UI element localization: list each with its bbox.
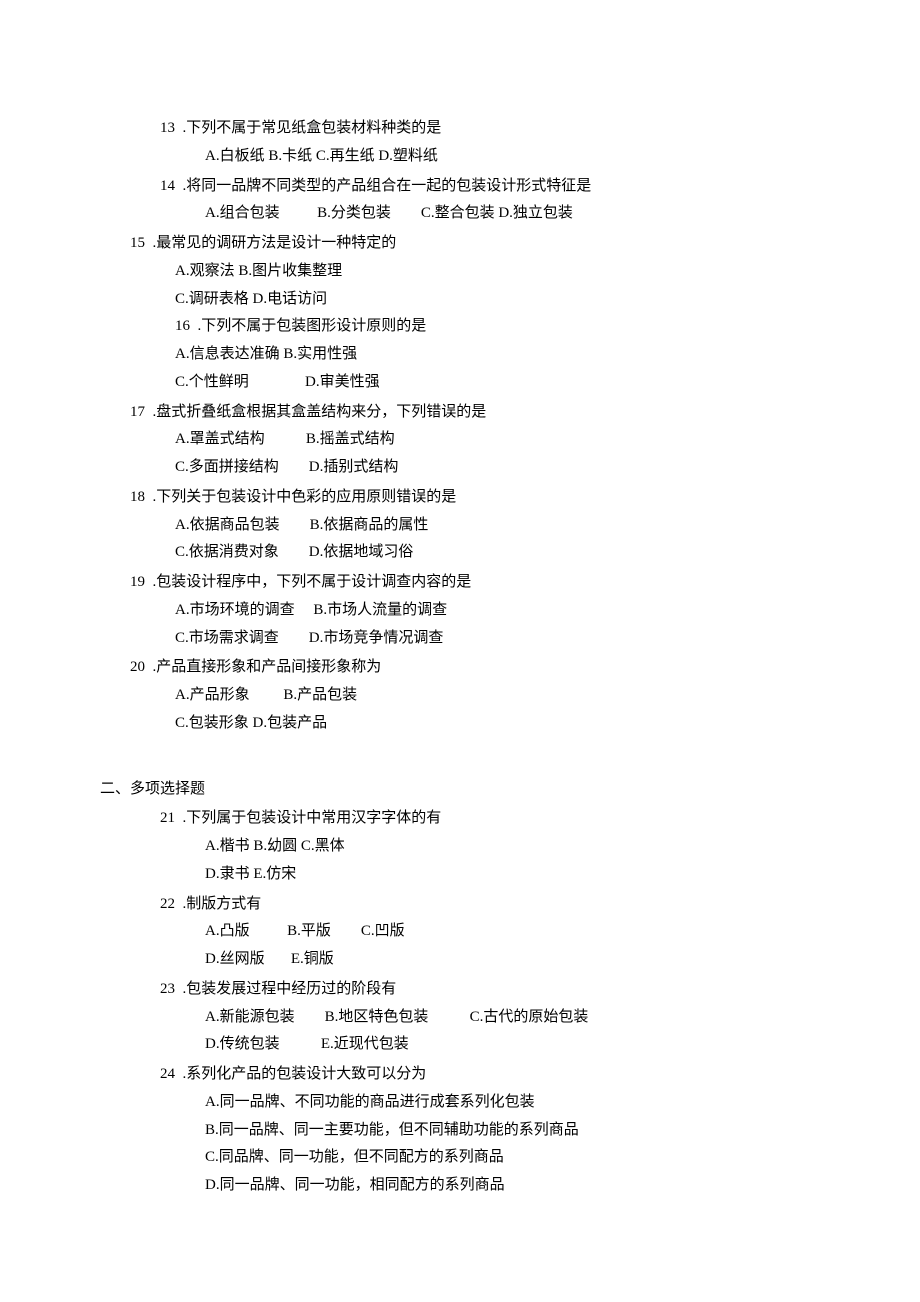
question-stem: 22 .制版方式有	[130, 891, 790, 919]
question-stem: 19 .包装设计程序中，下列不属于设计调查内容的是	[130, 569, 790, 597]
option-line: A.市场环境的调查 B.市场人流量的调查	[130, 597, 790, 625]
option-line: C.包装形象 D.包装产品	[130, 710, 790, 738]
question-stem: 23 .包装发展过程中经历过的阶段有	[130, 976, 790, 1004]
option-line: C.个性鲜明 D.审美性强	[130, 369, 790, 397]
option-line: D.同一品牌、同一功能，相同配方的系列商品	[130, 1172, 790, 1200]
option-line: A.产品形象 B.产品包装	[130, 682, 790, 710]
option-line: A.同一品牌、不同功能的商品进行成套系列化包装	[130, 1089, 790, 1117]
option-line: A.新能源包装 B.地区特色包装 C.古代的原始包装	[130, 1004, 790, 1032]
option-line: D.丝网版 E.铜版	[130, 946, 790, 974]
question-14: 14 .将同一品牌不同类型的产品组合在一起的包装设计形式特征是 A.组合包装 B…	[130, 173, 790, 229]
option-line: A.罩盖式结构 B.摇盖式结构	[130, 426, 790, 454]
option-line: A.凸版 B.平版 C.凹版	[130, 918, 790, 946]
option-line: C.市场需求调查 D.市场竞争情况调查	[130, 625, 790, 653]
question-24: 24 .系列化产品的包装设计大致可以分为 A.同一品牌、不同功能的商品进行成套系…	[130, 1061, 790, 1200]
question-stem: 17 .盘式折叠纸盒根据其盒盖结构来分，下列错误的是	[130, 399, 790, 427]
question-stem: 24 .系列化产品的包装设计大致可以分为	[130, 1061, 790, 1089]
option-line: A.组合包装 B.分类包装 C.整合包装 D.独立包装	[130, 200, 790, 228]
question-stem: 15 .最常见的调研方法是设计一种特定的	[130, 230, 790, 258]
option-line: B.同一品牌、同一主要功能，但不同辅助功能的系列商品	[130, 1117, 790, 1145]
question-17: 17 .盘式折叠纸盒根据其盒盖结构来分，下列错误的是 A.罩盖式结构 B.摇盖式…	[130, 399, 790, 482]
option-line: A.楷书 B.幼圆 C.黑体	[130, 833, 790, 861]
question-19: 19 .包装设计程序中，下列不属于设计调查内容的是 A.市场环境的调查 B.市场…	[130, 569, 790, 652]
option-line: C.依据消费对象 D.依据地域习俗	[130, 539, 790, 567]
option-line: D.隶书 E.仿宋	[130, 861, 790, 889]
option-line: A.白板纸 B.卡纸 C.再生纸 D.塑料纸	[130, 143, 790, 171]
question-20: 20 .产品直接形象和产品间接形象称为 A.产品形象 B.产品包装 C.包装形象…	[130, 654, 790, 737]
question-stem-16: 16 .下列不属于包装图形设计原则的是	[130, 313, 790, 341]
question-13: 13 .下列不属于常见纸盒包装材料种类的是 A.白板纸 B.卡纸 C.再生纸 D…	[130, 115, 790, 171]
question-stem: 13 .下列不属于常见纸盒包装材料种类的是	[130, 115, 790, 143]
question-stem: 14 .将同一品牌不同类型的产品组合在一起的包装设计形式特征是	[130, 173, 790, 201]
question-21: 21 .下列属于包装设计中常用汉字字体的有 A.楷书 B.幼圆 C.黑体 D.隶…	[130, 805, 790, 888]
option-line: D.传统包装 E.近现代包装	[130, 1031, 790, 1059]
option-line: C.多面拼接结构 D.插别式结构	[130, 454, 790, 482]
option-line: A.信息表达准确 B.实用性强	[130, 341, 790, 369]
question-23: 23 .包装发展过程中经历过的阶段有 A.新能源包装 B.地区特色包装 C.古代…	[130, 976, 790, 1059]
option-line: A.依据商品包装 B.依据商品的属性	[130, 512, 790, 540]
question-18: 18 .下列关于包装设计中色彩的应用原则错误的是 A.依据商品包装 B.依据商品…	[130, 484, 790, 567]
question-22: 22 .制版方式有 A.凸版 B.平版 C.凹版 D.丝网版 E.铜版	[130, 891, 790, 974]
exam-page: 13 .下列不属于常见纸盒包装材料种类的是 A.白板纸 B.卡纸 C.再生纸 D…	[0, 0, 920, 1302]
option-line: C.调研表格 D.电话访问	[130, 286, 790, 314]
section-2-header: 二、多项选择题	[100, 776, 790, 804]
option-line: C.同品牌、同一功能，但不同配方的系列商品	[130, 1144, 790, 1172]
question-stem: 18 .下列关于包装设计中色彩的应用原则错误的是	[130, 484, 790, 512]
option-line: A.观察法 B.图片收集整理	[130, 258, 790, 286]
question-15: 15 .最常见的调研方法是设计一种特定的 A.观察法 B.图片收集整理 C.调研…	[130, 230, 790, 397]
question-stem: 20 .产品直接形象和产品间接形象称为	[130, 654, 790, 682]
question-stem: 21 .下列属于包装设计中常用汉字字体的有	[130, 805, 790, 833]
